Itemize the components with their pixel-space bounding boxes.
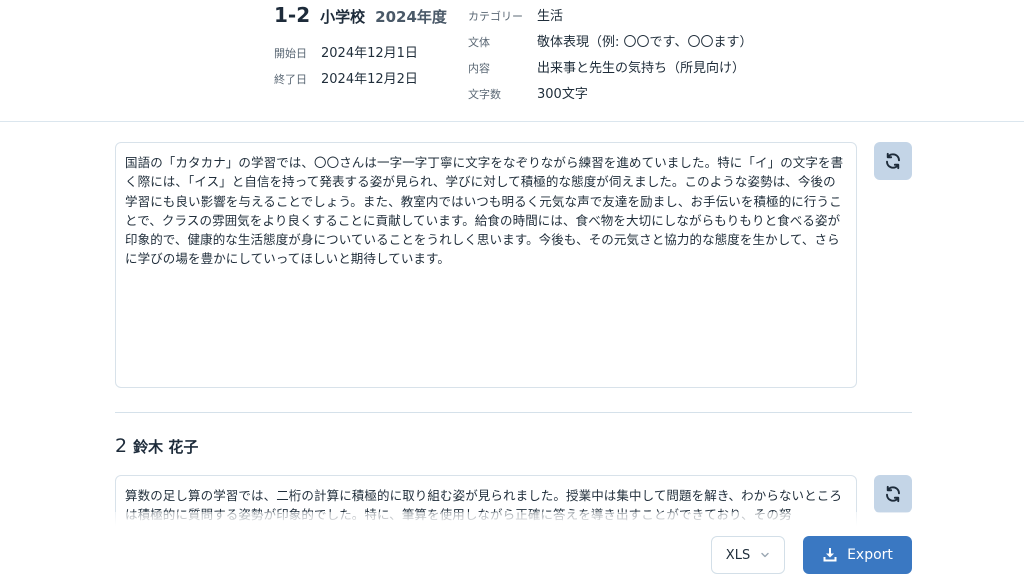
- student-heading: 2 鈴木 花子: [115, 435, 198, 457]
- school-year: 2024年度: [375, 8, 447, 26]
- meta-category-value: 生活: [537, 9, 564, 24]
- meta-category-label: カテゴリー: [468, 10, 523, 23]
- meta-category-row: カテゴリー 生活: [468, 5, 563, 24]
- meta-style-row: 文体 敬体表現（例: 〇〇です、〇〇ます）: [468, 31, 752, 50]
- section-divider: [115, 412, 912, 413]
- start-date-value: 2024年12月1日: [321, 46, 418, 61]
- meta-length-row: 文字数 300文字: [468, 83, 588, 102]
- refresh-icon: [886, 152, 900, 170]
- end-date-value: 2024年12月2日: [321, 72, 418, 87]
- comment-textarea[interactable]: 国語の「カタカナ」の学習では、〇〇さんは一字一字丁寧に文字をなぞりながら練習を進…: [115, 142, 857, 388]
- meta-content-value: 出来事と先生の気持ち（所見向け）: [537, 61, 746, 76]
- regenerate-button[interactable]: [874, 142, 912, 180]
- student-name: 鈴木 花子: [133, 438, 199, 456]
- meta-length-label: 文字数: [468, 88, 501, 101]
- export-label: Export: [847, 547, 893, 563]
- export-button[interactable]: Export: [803, 536, 912, 574]
- class-info: 1-2 小学校 2024年度: [274, 3, 447, 27]
- start-date-label: 開始日: [274, 47, 307, 60]
- report-header: 1-2 小学校 2024年度 開始日 2024年12月1日 終了日 2024年1…: [0, 0, 1024, 122]
- end-date-label: 終了日: [274, 73, 307, 86]
- download-icon: [823, 548, 837, 562]
- export-format-select[interactable]: XLS: [711, 536, 785, 574]
- meta-content-row: 内容 出来事と先生の気持ち（所見向け）: [468, 57, 745, 76]
- meta-content-label: 内容: [468, 62, 490, 75]
- regenerate-button[interactable]: [874, 475, 912, 513]
- export-format-value: XLS: [725, 547, 751, 563]
- start-date-row: 開始日 2024年12月1日: [274, 42, 418, 61]
- meta-length-value: 300文字: [537, 87, 588, 102]
- meta-style-label: 文体: [468, 36, 490, 49]
- class-number: 1-2: [274, 3, 311, 27]
- refresh-icon: [886, 485, 900, 503]
- meta-style-value: 敬体表現（例: 〇〇です、〇〇ます）: [537, 35, 753, 50]
- comment-text[interactable]: 国語の「カタカナ」の学習では、〇〇さんは一字一字丁寧に文字をなぞりながら練習を進…: [116, 143, 856, 279]
- student-number: 2: [115, 435, 128, 457]
- end-date-row: 終了日 2024年12月2日: [274, 68, 418, 87]
- school-type: 小学校: [320, 8, 366, 26]
- chevron-down-icon: [761, 552, 769, 558]
